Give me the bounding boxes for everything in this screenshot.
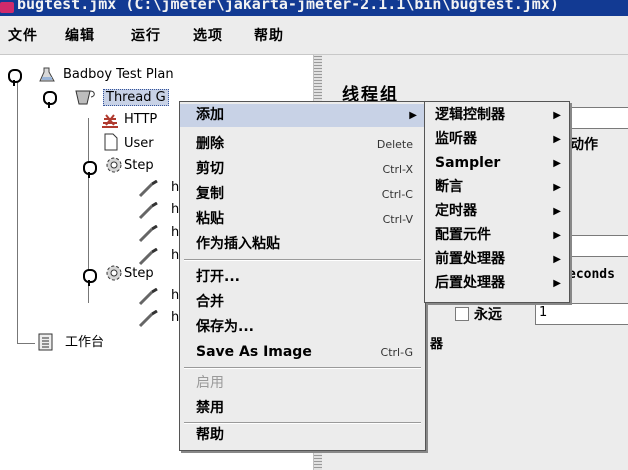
tree-node-label: h <box>171 248 180 263</box>
menu-help[interactable]: 帮助 <box>254 25 284 45</box>
tree-node-label: Step <box>124 158 154 173</box>
collapse-toggle[interactable] <box>83 269 97 286</box>
menu-run[interactable]: 运行 <box>131 25 161 45</box>
tree-node-sampler[interactable]: h <box>171 247 179 265</box>
window-title: bugtest.jmx (C:\jmeter\jakarta-jmeter-2.… <box>17 0 559 13</box>
collapse-toggle[interactable] <box>83 161 97 178</box>
tree-node-label: Thread G <box>103 89 169 106</box>
pipette-icon <box>138 201 160 223</box>
menu-item-save-as[interactable]: 保存为... <box>180 316 425 339</box>
menu-item-delete[interactable]: 删除 Delete <box>180 133 425 156</box>
gear-icon <box>105 156 123 177</box>
submenu-item-logic-controller[interactable]: 逻辑控制器 ▶ <box>425 104 569 127</box>
pipette-icon <box>138 179 160 201</box>
menu-item-enable: 启用 <box>196 375 224 391</box>
forever-checkbox[interactable] <box>455 307 469 321</box>
flask-icon <box>38 67 56 86</box>
tree-node-label: Badboy Test Plan <box>63 67 174 82</box>
submenu-item-post-processor[interactable]: 后置处理器 ▶ <box>425 272 569 295</box>
collapse-toggle[interactable] <box>43 91 57 108</box>
workbench-icon <box>37 332 55 355</box>
collapse-toggle[interactable] <box>8 69 22 86</box>
scheduler-label: 器 <box>430 337 444 352</box>
document-icon <box>104 133 118 154</box>
tree-node-step[interactable]: Step <box>124 265 154 283</box>
menu-item-save-as-image[interactable]: Save As Image Ctrl-G <box>180 341 425 364</box>
http-defaults-icon <box>100 111 120 132</box>
submenu-item-listener[interactable]: 监听器 ▶ <box>425 128 569 151</box>
tree-node-label: User <box>124 136 154 151</box>
loop-count-value: 1 <box>539 305 548 320</box>
menu-item-open[interactable]: 打开... <box>180 266 425 289</box>
gear-icon <box>105 264 123 285</box>
tree-node-label: h <box>171 310 180 325</box>
submenu-item-pre-processor[interactable]: 前置处理器 ▶ <box>425 248 569 271</box>
add-submenu: 逻辑控制器 ▶ 监听器 ▶ Sampler ▶ 断言 ▶ 定时器 ▶ 配置元件 ▶ 前置处理… <box>424 101 570 303</box>
jmeter-logo-icon <box>0 2 14 13</box>
tree-node-label: Step <box>124 266 154 281</box>
pipette-icon <box>138 224 160 246</box>
menu-file[interactable]: 文件 <box>8 25 38 45</box>
submenu-item-config-element[interactable]: 配置元件 ▶ <box>425 224 569 247</box>
menu-edit[interactable]: 编辑 <box>65 25 95 45</box>
menu-item-paste[interactable]: 粘贴 Ctrl-V <box>180 208 425 231</box>
tree-node-label: h <box>171 180 180 195</box>
tree-node-sampler[interactable]: h <box>171 224 179 242</box>
tree-node-label: 工作台 <box>65 335 105 350</box>
action-label: 动作 <box>570 137 598 153</box>
submenu-item-assertion[interactable]: 断言 ▶ <box>425 176 569 199</box>
tree-node-sampler[interactable]: h <box>171 201 179 219</box>
menu-item-disable[interactable]: 禁用 <box>180 397 425 420</box>
tree-node-sampler[interactable]: h <box>171 179 179 197</box>
menu-options[interactable]: 选项 <box>193 25 223 45</box>
tree-node-label: h <box>171 202 180 217</box>
tree-line <box>17 75 18 343</box>
menu-separator <box>184 367 421 369</box>
menu-separator <box>184 259 421 261</box>
tree-node-test-plan[interactable]: Badboy Test Plan <box>63 66 174 84</box>
submenu-item-sampler[interactable]: Sampler ▶ <box>425 152 569 175</box>
menu-item-add[interactable]: 添加 ▶ <box>180 104 425 127</box>
tree-node-http[interactable]: HTTP <box>124 111 157 129</box>
tree-node-user[interactable]: User <box>124 135 154 153</box>
submenu-item-timer[interactable]: 定时器 ▶ <box>425 200 569 223</box>
tree-node-label: h <box>171 288 180 303</box>
thread-group-icon <box>74 88 98 109</box>
menu-item-copy[interactable]: 复制 Ctrl-C <box>180 183 425 206</box>
tree-line <box>17 343 35 344</box>
loop-count-field[interactable]: 1 <box>535 303 628 325</box>
tree-node-label: h <box>171 225 180 240</box>
pipette-icon <box>138 309 160 331</box>
context-menu: 添加 ▶ 删除 Delete 剪切 Ctrl-X 复制 Ctrl-C 粘贴 Ctrl-V … <box>179 101 426 451</box>
pipette-icon <box>138 287 160 309</box>
menu-item-merge[interactable]: 合并 <box>180 291 425 314</box>
tree-node-sampler[interactable]: h <box>171 309 179 327</box>
tree-node-label: HTTP <box>124 112 158 127</box>
ramp-up-label: econds <box>568 267 615 282</box>
title-bar: bugtest.jmx (C:\jmeter\jakarta-jmeter-2.… <box>0 0 628 16</box>
tree-node-sampler[interactable]: h <box>171 287 179 305</box>
tree-node-step[interactable]: Step <box>124 157 154 175</box>
forever-label: 永远 <box>474 307 502 323</box>
tree-node-workbench[interactable]: 工作台 <box>65 334 104 352</box>
menu-item-paste-insert[interactable]: 作为插入粘贴 <box>180 233 425 256</box>
menu-item-cut[interactable]: 剪切 Ctrl-X <box>180 158 425 181</box>
menu-bar: 文件 编辑 运行 选项 帮助 <box>0 16 628 55</box>
tree-node-thread-group[interactable]: Thread G <box>103 89 169 107</box>
menu-item-help[interactable]: 帮助 <box>180 424 425 447</box>
